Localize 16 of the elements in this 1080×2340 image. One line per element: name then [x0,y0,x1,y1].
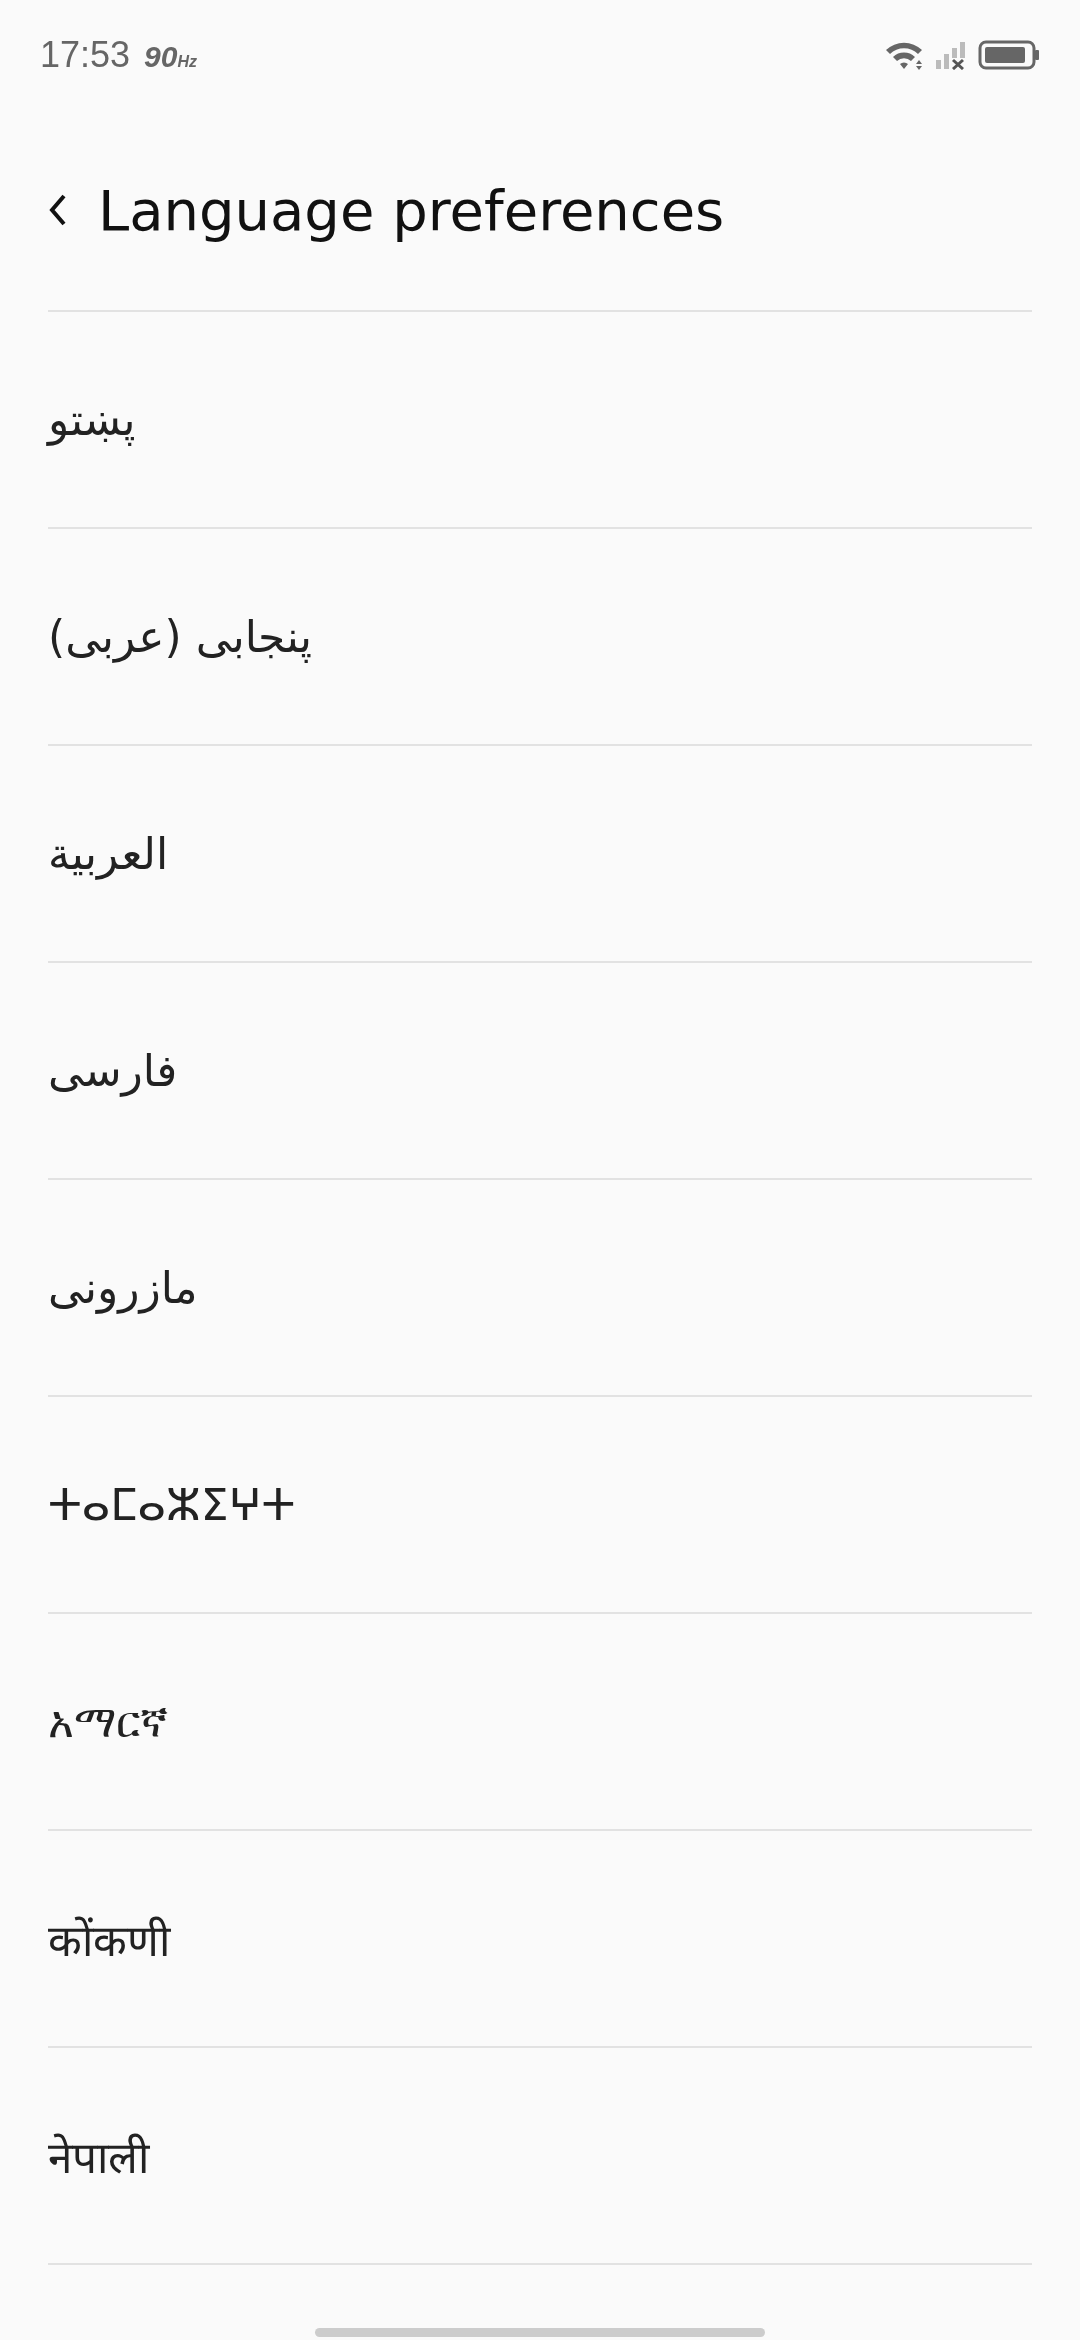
back-button[interactable] [48,193,68,227]
language-option[interactable]: پښتو [48,394,136,445]
language-option[interactable]: مازرونی [48,1262,198,1313]
language-option[interactable]: नेपाली [48,2125,149,2186]
language-option[interactable]: فارسی [48,1045,178,1096]
page-title: Language preferences [98,177,725,243]
language-option[interactable]: العربية [48,828,169,879]
wifi-icon [884,40,924,70]
language-option[interactable]: ⵜⴰⵎⴰⵣⵉⵖⵜ [48,1479,296,1530]
no-signal-icon [934,40,968,70]
language-option[interactable]: پنجابی (عربی) [48,611,313,662]
refresh-rate: 90Hz [144,40,198,74]
language-option[interactable]: አማርኛ [48,1695,168,1748]
battery-icon [978,40,1040,70]
language-option[interactable]: कोंकणी [48,1908,170,1969]
status-time: 17:53 [40,34,131,76]
